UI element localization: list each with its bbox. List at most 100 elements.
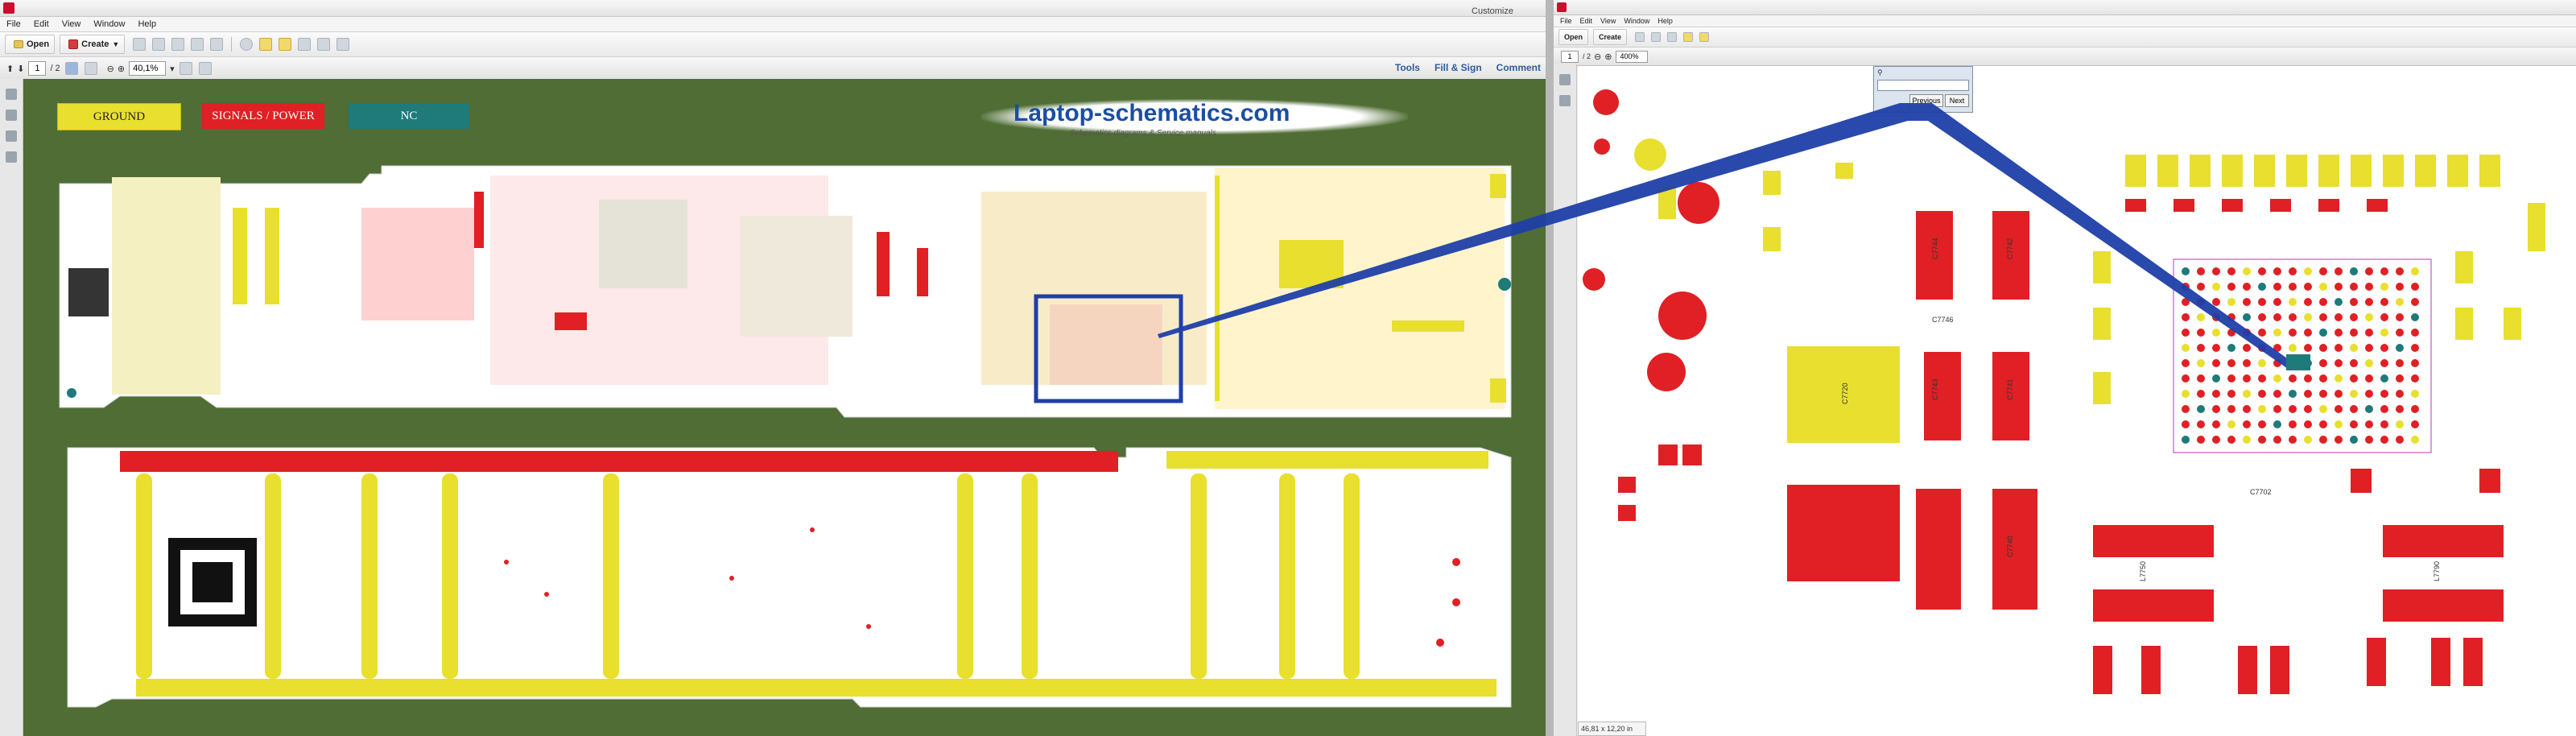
zoom-out-icon[interactable]: ⊖ (107, 64, 114, 74)
bga-ball (2411, 267, 2419, 275)
menu-help[interactable]: Help (138, 19, 156, 29)
bga-ball (2365, 420, 2373, 428)
create-button-right[interactable]: Create (1593, 29, 1628, 45)
sticky-note-icon[interactable] (279, 38, 292, 51)
attach-icon[interactable] (336, 38, 350, 51)
fill-sign-link[interactable]: Fill & Sign (1435, 62, 1482, 73)
page-thumbnails-icon-right[interactable] (1559, 74, 1571, 85)
highlight-icon[interactable] (298, 38, 312, 51)
bga-ball (2273, 374, 2281, 382)
print-icon[interactable] (171, 38, 185, 51)
page-thumbnails-icon[interactable] (6, 89, 17, 100)
zoom-dropdown-icon[interactable]: ▾ (170, 64, 175, 74)
bga-ball (2365, 390, 2373, 398)
bga-ball (2380, 359, 2388, 367)
menu-view[interactable]: View (62, 19, 81, 29)
menu-window-right[interactable]: Window (1624, 17, 1649, 25)
next-page-icon[interactable]: ⬇ (17, 64, 24, 74)
customize-menu[interactable]: Customize (1472, 6, 1513, 16)
attachments-icon[interactable] (6, 130, 17, 142)
menu-window[interactable]: Window (93, 19, 125, 29)
zoom-input[interactable]: 40,1% (129, 61, 167, 76)
bga-ball (2365, 283, 2373, 291)
bga-ball (2258, 420, 2266, 428)
save-icon[interactable] (133, 38, 147, 51)
bga-ball (2380, 390, 2388, 398)
stamp-icon[interactable] (317, 38, 331, 51)
right-main-toolbar: Open Create (1554, 27, 2576, 48)
email-icon-right[interactable] (1667, 32, 1678, 42)
settings-icon[interactable] (240, 38, 254, 51)
page-number-input[interactable]: 1 (28, 61, 47, 76)
bga-ball (2304, 283, 2312, 291)
bga-ball (2365, 267, 2373, 275)
fit-page-icon[interactable] (179, 62, 192, 75)
edit-icon[interactable] (191, 38, 204, 51)
zoom-in-icon-right[interactable]: ⊕ (1604, 52, 1612, 62)
bga-ball (2350, 313, 2358, 321)
bga-ball (2258, 405, 2266, 413)
upload-icon[interactable] (152, 38, 166, 51)
comment-link[interactable]: Comment (1496, 62, 1541, 73)
email-icon[interactable] (210, 38, 224, 51)
bga-ball (2227, 267, 2235, 275)
bga-ball (2289, 283, 2297, 291)
bga-ball (2334, 390, 2343, 398)
bga-ball (2319, 267, 2327, 275)
bga-ball (2411, 313, 2419, 321)
print-icon-right[interactable] (1651, 32, 1662, 42)
bga-ball (2411, 436, 2419, 444)
open-button[interactable]: Open (5, 35, 56, 54)
bga-ball (2273, 420, 2281, 428)
bga-ball (2182, 359, 2190, 367)
left-title-bar[interactable] (0, 0, 1546, 17)
bga-ball (2304, 436, 2312, 444)
bga-ball (2258, 267, 2266, 275)
full-screen-icon[interactable] (198, 62, 212, 75)
bga-ball (2273, 344, 2281, 352)
select-tool-icon[interactable] (64, 62, 78, 75)
create-button[interactable]: Create ▼ (60, 35, 126, 54)
comment-icon[interactable] (259, 38, 273, 51)
bga-ball (2319, 298, 2327, 306)
label-c7702: C7702 (2250, 488, 2272, 496)
open-button-right[interactable]: Open (1558, 29, 1589, 45)
bga-ball (2212, 436, 2220, 444)
prev-page-icon[interactable]: ⬆ (6, 64, 14, 74)
find-previous-button[interactable]: Previous (1909, 94, 1943, 107)
left-task-links: Tools Fill & Sign Comment (1381, 62, 1541, 73)
bga-ball (2380, 344, 2388, 352)
bga-ball (2380, 267, 2388, 275)
left-document-view[interactable]: GROUND SIGNALS / POWER NC Laptop-schemat… (23, 79, 1546, 736)
label-c7743: C7743 (1931, 378, 1939, 400)
page-number-input-right[interactable]: 1 (1561, 50, 1579, 63)
bookmarks-icon-right[interactable] (1559, 95, 1571, 106)
menu-edit-right[interactable]: Edit (1580, 17, 1593, 25)
tools-link[interactable]: Tools (1395, 62, 1420, 73)
bga-ball (2227, 298, 2235, 306)
zoom-out-icon-right[interactable]: ⊖ (1594, 52, 1601, 62)
bga-ball (2380, 298, 2388, 306)
bookmarks-icon[interactable] (6, 110, 17, 121)
menu-help-right[interactable]: Help (1657, 17, 1673, 25)
right-document-view[interactable]: C7744 C7743 C7742 C7720 C7746 L7790 L775… (1578, 66, 2576, 736)
signatures-icon[interactable] (6, 151, 17, 163)
find-next-button[interactable]: Next (1945, 94, 1969, 107)
menu-edit[interactable]: Edit (34, 19, 49, 29)
sticky-note-icon-right[interactable] (1699, 32, 1710, 42)
menu-file[interactable]: File (6, 19, 21, 29)
bga-ball (2411, 359, 2419, 367)
zoom-input-right[interactable]: 400% (1616, 50, 1649, 63)
bga-ball (2365, 344, 2373, 352)
menu-view-right[interactable]: View (1600, 17, 1616, 25)
zoom-in-icon[interactable]: ⊕ (118, 64, 125, 74)
comment-icon-right[interactable] (1683, 32, 1694, 42)
bga-ball (2304, 390, 2312, 398)
hand-tool-icon[interactable] (84, 62, 97, 75)
save-icon-right[interactable] (1635, 32, 1645, 42)
left-nav-toolbar: ⬆ ⬇ 1 / 2 ⊖ ⊕ 40,1% ▾ Tools Fill & Sign … (0, 57, 1546, 81)
menu-file-right[interactable]: File (1560, 17, 1572, 25)
bga-ball (2273, 313, 2281, 321)
right-title-bar[interactable] (1554, 0, 2576, 15)
find-input[interactable] (1877, 80, 1969, 91)
